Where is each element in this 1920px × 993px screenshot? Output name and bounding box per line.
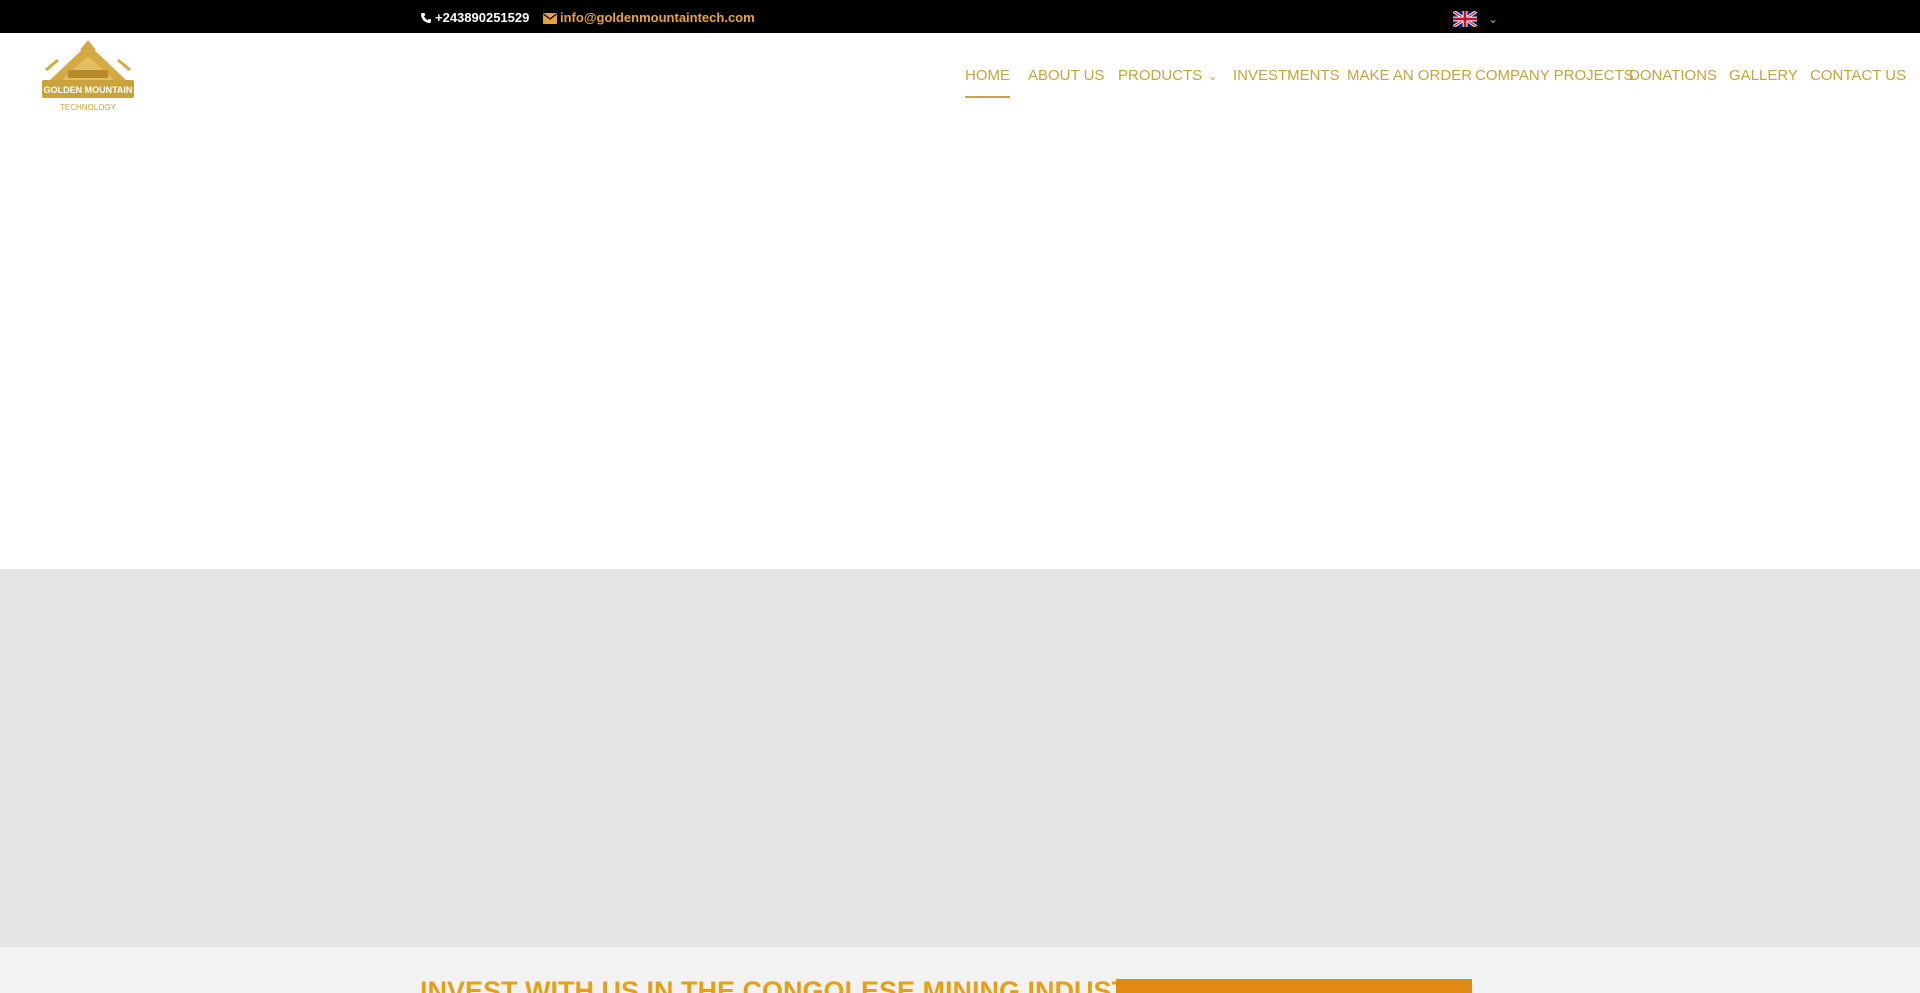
nav-products-label: PRODUCTS <box>1118 67 1203 84</box>
nav-make-an-order[interactable]: MAKE AN ORDER <box>1347 67 1472 85</box>
envelope-icon <box>543 13 557 24</box>
language-switcher[interactable]: ⌄ <box>1453 10 1498 28</box>
nav-about-us[interactable]: ABOUT US <box>1028 67 1104 85</box>
nav-gallery[interactable]: GALLERY <box>1729 67 1798 85</box>
uk-flag-icon <box>1453 11 1477 27</box>
main-nav: HOME ABOUT US PRODUCTS ⌄ INVESTMENTS MAKE… <box>0 33 1920 123</box>
site-header: GOLDEN MOUNTAIN TECHNOLOGY HOME ABOUT US… <box>0 33 1920 123</box>
email-link[interactable]: info@goldenmountaintech.com <box>543 9 755 27</box>
invest-cta-box[interactable] <box>1116 979 1472 993</box>
invest-heading: INVEST WITH US IN THE CONGOLESE MINING I… <box>420 976 1165 993</box>
top-bar: +243890251529 info@goldenmountaintech.co… <box>0 0 1920 33</box>
nav-home[interactable]: HOME <box>965 67 1010 98</box>
media-placeholder-section <box>0 569 1920 947</box>
hero-section <box>0 123 1920 569</box>
nav-company-projects[interactable]: COMPANY PROJECTS <box>1475 67 1634 85</box>
chevron-down-icon: ⌄ <box>1488 12 1499 26</box>
phone-link[interactable]: +243890251529 <box>420 9 529 27</box>
email-address: info@goldenmountaintech.com <box>560 10 755 25</box>
chevron-down-icon: ⌄ <box>1208 71 1218 83</box>
invest-section: INVEST WITH US IN THE CONGOLESE MINING I… <box>0 947 1920 993</box>
nav-contact-us[interactable]: CONTACT US <box>1810 67 1906 85</box>
nav-products[interactable]: PRODUCTS ⌄ <box>1118 67 1217 86</box>
nav-donations[interactable]: DONATIONS <box>1629 67 1717 85</box>
phone-icon <box>421 13 431 23</box>
phone-number: +243890251529 <box>435 10 530 25</box>
nav-investments[interactable]: INVESTMENTS <box>1233 67 1340 85</box>
